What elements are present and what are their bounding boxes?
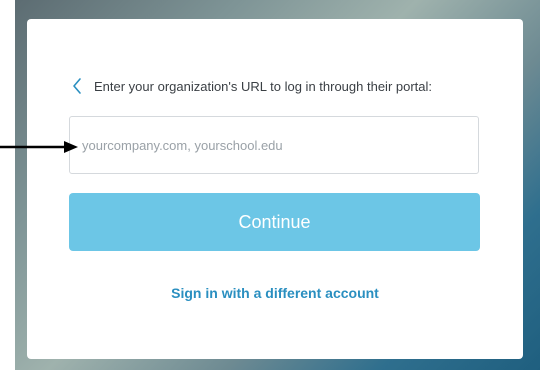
prompt-row: Enter your organization's URL to log in … <box>70 76 432 96</box>
chevron-left-icon[interactable] <box>70 76 84 96</box>
login-card: Enter your organization's URL to log in … <box>27 19 523 359</box>
continue-button[interactable]: Continue <box>69 193 480 251</box>
prompt-text: Enter your organization's URL to log in … <box>94 78 433 94</box>
organization-url-input[interactable] <box>69 116 479 174</box>
arrow-right-icon <box>0 141 78 153</box>
sign-in-different-account-link[interactable]: Sign in with a different account <box>27 285 523 301</box>
login-screen: Enter your organization's URL to log in … <box>0 0 540 370</box>
